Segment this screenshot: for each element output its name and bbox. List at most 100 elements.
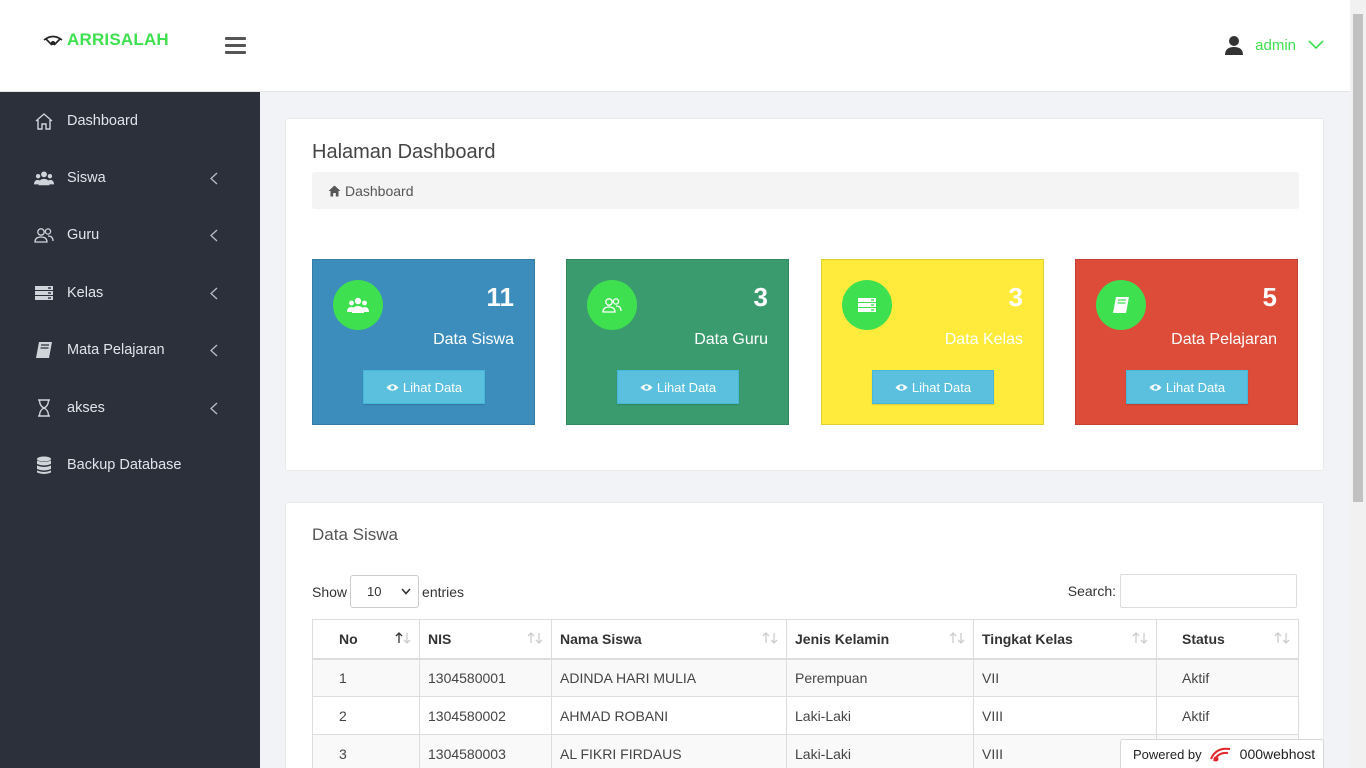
sidebar-item-siswa[interactable]: Siswa — [0, 149, 260, 206]
view-data-button[interactable]: Lihat Data — [872, 370, 994, 404]
cell-jenis-kelamin: Perempuan — [786, 658, 974, 697]
webhost-logo-icon — [1209, 747, 1230, 762]
cell-tingkat-kelas: VII — [973, 658, 1157, 697]
cell-no: 2 — [312, 696, 420, 735]
users-icon — [333, 280, 383, 330]
sidebar-item-mata-pelajaran[interactable]: Mata Pelajaran — [0, 322, 260, 379]
search-label: Search: — [1067, 583, 1116, 599]
table-header-row: No NIS Nama Siswa Jenis Kelamin Tingkat … — [312, 619, 1299, 660]
column-header-status[interactable]: Status — [1156, 619, 1299, 660]
sidebar-item-guru[interactable]: Guru — [0, 207, 260, 264]
database-icon — [34, 455, 54, 475]
sidebar-item-label: Dashboard — [67, 112, 138, 129]
user-group-icon — [34, 225, 54, 245]
column-header-tingkat-kelas[interactable]: Tingkat Kelas — [973, 619, 1157, 660]
eye-icon — [1149, 383, 1162, 391]
sidebar-item-label: Backup Database — [67, 457, 182, 474]
column-header-jenis-kelamin[interactable]: Jenis Kelamin — [786, 619, 974, 660]
sidebar-item-kelas[interactable]: Kelas — [0, 264, 260, 321]
eye-icon — [895, 383, 908, 391]
server-icon — [842, 280, 892, 330]
cell-tingkat-kelas: VIII — [973, 696, 1157, 735]
cell-no: 1 — [312, 658, 420, 697]
users-icon — [34, 168, 54, 188]
stat-label: Data Pelajaran — [1171, 331, 1277, 348]
stat-label: Data Siswa — [433, 331, 514, 348]
chevron-left-icon — [210, 287, 218, 300]
stat-count: 3 — [753, 282, 768, 312]
powered-by-badge[interactable]: Powered by 000webhost — [1120, 739, 1324, 768]
show-label: Show — [312, 583, 348, 600]
user-menu[interactable]: admin — [1225, 35, 1324, 55]
server-icon — [34, 283, 54, 303]
stat-count: 3 — [1008, 282, 1023, 312]
sidebar-item-label: Kelas — [67, 284, 104, 301]
chevron-down-icon — [401, 588, 411, 595]
breadcrumb: Dashboard — [312, 172, 1299, 209]
table-row[interactable]: 1 1304580001 ADINDA HARI MULIA Perempuan… — [312, 658, 1299, 697]
table-search: Search: — [1068, 574, 1297, 608]
view-data-button[interactable]: Lihat Data — [617, 370, 739, 404]
cell-jenis-kelamin: Laki-Laki — [786, 696, 974, 735]
menu-toggle-icon[interactable] — [225, 37, 246, 55]
sort-icon — [1274, 632, 1290, 644]
top-header: ARRISALAH admin — [0, 0, 1350, 92]
eye-icon — [386, 383, 399, 391]
column-header-nis[interactable]: NIS — [419, 619, 552, 660]
home-icon — [34, 111, 54, 131]
search-input[interactable] — [1120, 574, 1297, 608]
chevron-down-icon — [1308, 40, 1324, 50]
user-group-icon — [587, 280, 637, 330]
stat-card-pelajaran: 5 Data Pelajaran Lihat Data — [1075, 259, 1298, 425]
cell-status: Aktif — [1156, 696, 1299, 735]
sidebar-item-label: Mata Pelajaran — [67, 342, 165, 359]
stat-card-siswa: 11 Data Siswa Lihat Data — [312, 259, 535, 425]
cell-nis: 1304580001 — [419, 658, 552, 697]
cell-jenis-kelamin: Laki-Laki — [786, 734, 974, 768]
sidebar-item-label: akses — [67, 399, 105, 416]
stat-count: 5 — [1262, 282, 1277, 312]
scrollbar-thumb[interactable] — [1353, 14, 1363, 502]
students-panel: Data Siswa Show 10 entries Search: No NI… — [285, 502, 1324, 768]
sidebar: Dashboard Siswa Guru Kelas Mata Pelajara… — [0, 92, 260, 768]
sidebar-item-label: Siswa — [67, 170, 106, 187]
home-icon — [328, 185, 341, 196]
view-data-button[interactable]: Lihat Data — [363, 370, 485, 404]
sort-icon — [762, 632, 778, 644]
stat-card-kelas: 3 Data Kelas Lihat Data — [821, 259, 1044, 425]
sidebar-item-label: Guru — [67, 227, 100, 244]
brand-name: ARRISALAH — [67, 30, 169, 49]
chevron-left-icon — [210, 172, 218, 185]
cell-status: Aktif — [1156, 658, 1299, 697]
cell-nis: 1304580002 — [419, 696, 552, 735]
chevron-left-icon — [210, 229, 218, 242]
logo-mark-icon — [43, 35, 63, 46]
page-scrollbar[interactable] — [1350, 0, 1366, 768]
powered-by-brand: 000webhost — [1239, 746, 1316, 762]
sidebar-item-dashboard[interactable]: Dashboard — [0, 92, 260, 149]
cell-no: 3 — [312, 734, 420, 768]
sort-icon — [949, 632, 965, 644]
column-header-no[interactable]: No — [312, 619, 420, 660]
cell-nis: 1304580003 — [419, 734, 552, 768]
sort-asc-icon — [395, 632, 411, 644]
entries-label: entries — [422, 583, 465, 600]
book-icon — [34, 340, 54, 360]
column-header-nama-siswa[interactable]: Nama Siswa — [551, 619, 787, 660]
eye-icon — [640, 383, 653, 391]
chevron-left-icon — [210, 344, 218, 357]
breadcrumb-item[interactable]: Dashboard — [345, 183, 414, 199]
cell-nama-siswa: AHMAD ROBANI — [551, 696, 787, 735]
brand-logo[interactable]: ARRISALAH — [42, 30, 169, 50]
cell-nama-siswa: AL FIKRI FIRDAUS — [551, 734, 787, 768]
cell-nama-siswa: ADINDA HARI MULIA — [551, 658, 787, 697]
hourglass-icon — [34, 398, 54, 418]
entries-select[interactable]: 10 — [350, 575, 420, 608]
sort-icon — [527, 632, 543, 644]
view-data-button[interactable]: Lihat Data — [1126, 370, 1248, 404]
sort-icon — [1132, 632, 1148, 644]
sidebar-item-akses[interactable]: akses — [0, 379, 260, 436]
sidebar-item-backup-database[interactable]: Backup Database — [0, 436, 260, 493]
table-row[interactable]: 2 1304580002 AHMAD ROBANI Laki-Laki VIII… — [312, 696, 1299, 735]
page-title: Halaman Dashboard — [312, 141, 496, 163]
